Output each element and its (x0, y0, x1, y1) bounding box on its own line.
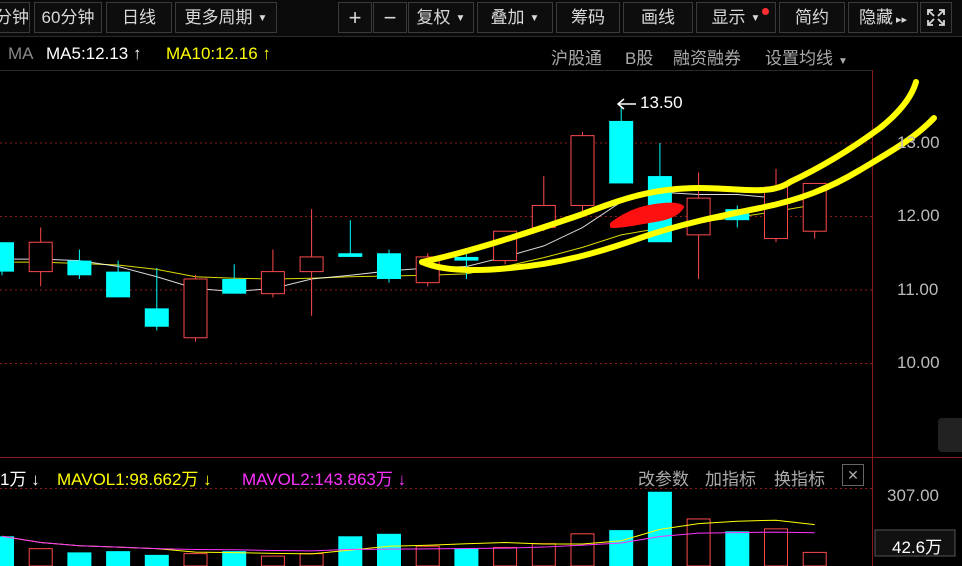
volume-bar (493, 546, 518, 566)
change-indicator-button[interactable]: 换指标 (774, 465, 825, 490)
mavol2-value: MAVOL2:143.863万 ↓ (242, 465, 406, 490)
candle-body (28, 241, 53, 273)
volume-bar (454, 548, 479, 566)
candle-body (609, 120, 634, 184)
link-bshare[interactable]: B股 (625, 44, 653, 69)
set-ma-label: 设置均线 (765, 49, 833, 68)
set-ma-dropdown[interactable]: 设置均线 ▼ (765, 44, 848, 69)
vol-axis-top: 307.00 (887, 486, 939, 505)
candle-body (570, 135, 595, 206)
vol-value: 1万 ↓ (0, 465, 40, 490)
down-arrow-icon: ↓ (397, 470, 407, 489)
price-tick: 10.00 (897, 353, 940, 372)
volume-bar (802, 551, 827, 566)
price-tick: 11.00 (897, 280, 939, 299)
edit-params-button[interactable]: 改参数 (638, 465, 689, 490)
candle-body (260, 271, 285, 295)
candle-body (0, 242, 14, 272)
ma5-value: MA5:12.13 ↑ (46, 44, 141, 64)
mavol2-text: MAVOL2:143.863万 (242, 470, 393, 489)
ma10-value: MA10:12.16 ↑ (166, 44, 271, 64)
vol-current-label: 42.6万 (892, 538, 943, 557)
ma-label: MA (8, 44, 34, 63)
scroll-handle[interactable] (938, 418, 962, 452)
caret-down-icon: ▼ (838, 56, 848, 67)
price-tick: 12.00 (897, 206, 940, 225)
candle-body (144, 308, 169, 327)
max-price-label: 13.50 (640, 93, 683, 112)
candle-body (183, 278, 208, 339)
candle-body (764, 186, 788, 240)
down-arrow-icon: ↓ (203, 470, 212, 489)
volume-bar (686, 518, 711, 566)
ma10-text: MA10:12.16 (166, 44, 258, 63)
volume-bar (260, 555, 285, 566)
close-icon[interactable]: ✕ (842, 464, 864, 486)
volume-bar (570, 533, 595, 566)
link-hugutong[interactable]: 沪股通 (551, 44, 602, 69)
volume-bar (67, 552, 92, 566)
price-tick: 13.00 (897, 133, 940, 152)
volume-bar (222, 551, 247, 566)
volume-bar (609, 530, 634, 566)
add-indicator-button[interactable]: 加指标 (705, 465, 756, 490)
volume-bar (144, 554, 169, 566)
volume-bar (28, 548, 53, 566)
link-margin[interactable]: 融资融券 (673, 44, 741, 69)
ma5-text: MA5:12.13 (46, 44, 129, 63)
candle-body (106, 271, 131, 298)
candles (0, 106, 827, 342)
volume-bars (0, 491, 827, 566)
up-arrow-icon: ↑ (262, 44, 271, 63)
volume-bar (764, 528, 788, 566)
volume-bar (0, 536, 14, 566)
up-arrow-icon: ↑ (132, 44, 142, 63)
volume-bar (377, 533, 401, 566)
mavol1-value: MAVOL1:98.662万 ↓ (57, 465, 212, 490)
mavol1-text: MAVOL1:98.662万 (57, 470, 199, 489)
vol-text: 1万 (0, 470, 27, 489)
volume-bar (725, 531, 750, 566)
candle-body (67, 260, 92, 276)
volume-bar (299, 553, 324, 566)
candle-body (338, 253, 363, 257)
candle-body (222, 278, 247, 294)
down-arrow-icon: ↓ (31, 470, 40, 489)
candle-body (454, 256, 479, 261)
price-grid (0, 142, 872, 364)
candle-body (377, 253, 401, 279)
candle-body (299, 256, 324, 273)
volume-bar (183, 553, 208, 566)
volume-bar (106, 551, 131, 566)
